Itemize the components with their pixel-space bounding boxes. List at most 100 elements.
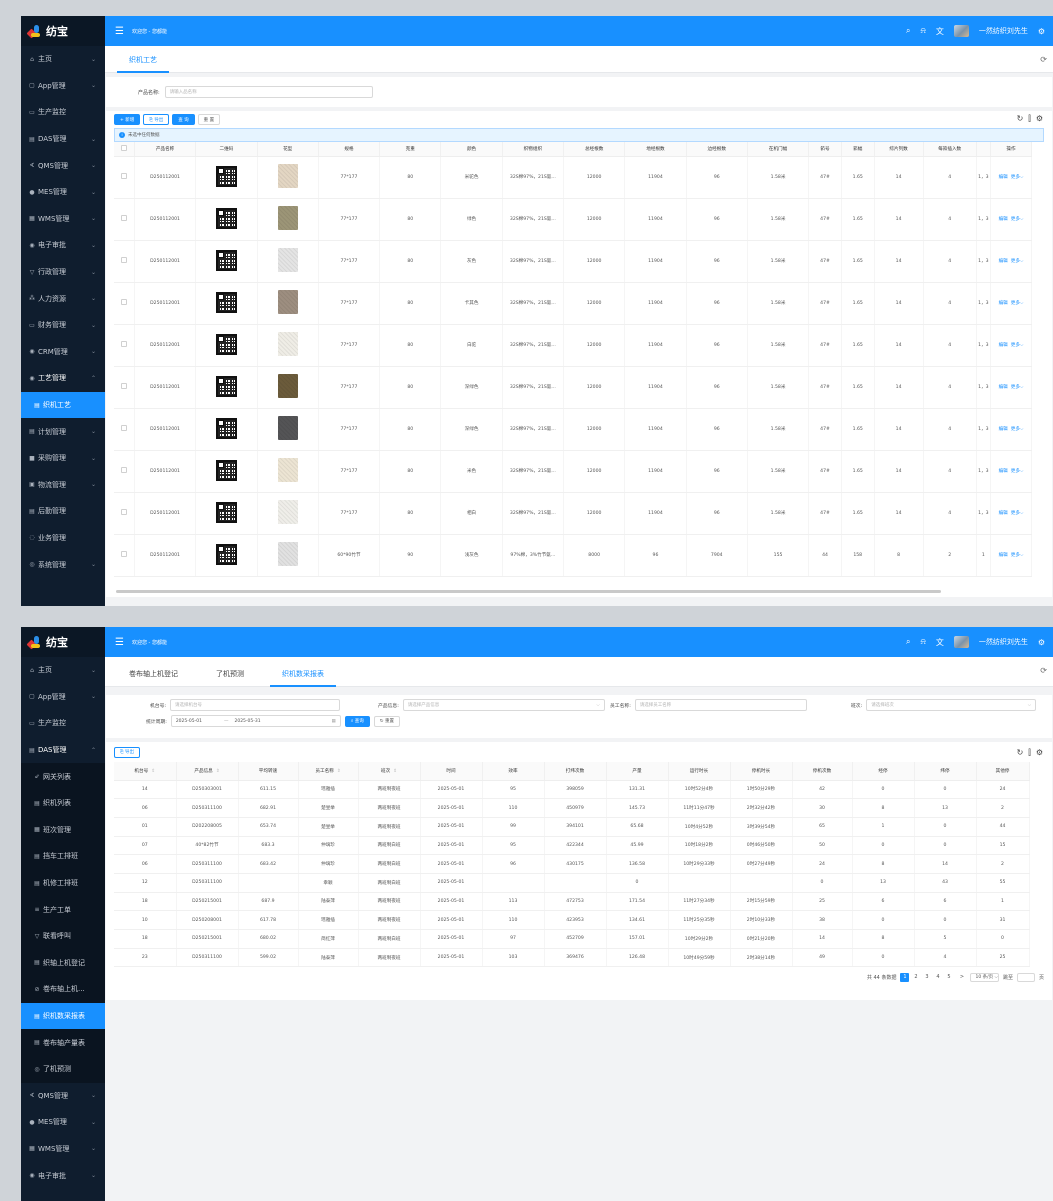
product-name-input[interactable]: 请输入品名称: [164, 86, 373, 98]
page-button[interactable]: 3: [922, 973, 931, 982]
refresh-icon[interactable]: ⟳: [1040, 666, 1047, 675]
sidebar-item[interactable]: ▭ 生产监控: [21, 99, 105, 126]
edit-link[interactable]: 编辑: [999, 301, 1008, 306]
edit-link[interactable]: 编辑: [999, 427, 1008, 432]
sidebar-item[interactable]: ▤ 机修工排班: [21, 869, 105, 897]
goto-page-input[interactable]: [1016, 972, 1035, 982]
more-link[interactable]: 更多⌵: [1011, 343, 1024, 348]
checkbox[interactable]: [120, 299, 127, 305]
sort-icon[interactable]: ⇕: [151, 769, 155, 774]
more-link[interactable]: 更多⌵: [1011, 469, 1024, 474]
shift-select[interactable]: 请选择班次 ⌵: [866, 699, 1037, 711]
sidebar-item[interactable]: ▤ 织机数采报表: [21, 1002, 105, 1030]
sidebar-item[interactable]: ● MES管理 ⌄: [21, 179, 105, 206]
sidebar-item[interactable]: ⊘ 卷布轴上机...: [21, 976, 105, 1003]
sidebar-item[interactable]: ⇙ 网关列表: [21, 763, 105, 790]
sort-icon[interactable]: ⇕: [337, 769, 341, 774]
column-height-icon[interactable]: ⫿: [1028, 748, 1031, 758]
staff-select[interactable]: 请选择员工名称: [634, 699, 807, 711]
app-logo[interactable]: 纺宝: [21, 627, 105, 657]
sidebar-item[interactable]: ∢ QMS管理 ⌄: [21, 152, 105, 179]
tab-loom-data-report[interactable]: 织机数采报表: [270, 669, 336, 687]
page-button[interactable]: 5: [944, 973, 953, 982]
sidebar-item[interactable]: ▤ DAS管理 ⌄: [21, 126, 105, 153]
avatar[interactable]: [953, 25, 969, 37]
export-button[interactable]: ⎘ 导出: [143, 114, 170, 125]
edit-link[interactable]: 编辑: [999, 385, 1008, 390]
sidebar-item[interactable]: ▤ DAS管理 ⌃: [21, 737, 105, 764]
translate-icon[interactable]: 文: [936, 26, 944, 37]
reload-icon[interactable]: ↻: [1017, 748, 1024, 758]
edit-link[interactable]: 编辑: [999, 511, 1008, 516]
sidebar-item[interactable]: ▽ 联看呼叫: [21, 922, 105, 950]
row-checkbox[interactable]: [114, 450, 135, 493]
sidebar-item[interactable]: ◉ 工艺管理 ⌃: [21, 365, 105, 392]
sidebar-item[interactable]: ▢ App管理 ⌄: [21, 73, 105, 100]
edit-link[interactable]: 编辑: [999, 553, 1008, 558]
more-link[interactable]: 更多⌵: [1011, 511, 1024, 516]
row-checkbox[interactable]: [114, 534, 135, 577]
sidebar-item[interactable]: ● MES管理 ⌄: [21, 1109, 105, 1136]
page-button[interactable]: 2: [911, 973, 920, 982]
sidebar-item[interactable]: ◌ 业务管理: [21, 525, 105, 552]
search-icon[interactable]: ⌕: [906, 26, 910, 36]
query-button[interactable]: 查 询: [172, 114, 195, 125]
row-checkbox[interactable]: [114, 324, 135, 367]
tab-doff-forecast[interactable]: 了机预测: [204, 669, 256, 686]
row-checkbox[interactable]: [114, 156, 135, 199]
more-link[interactable]: 更多⌵: [1011, 385, 1024, 390]
more-link[interactable]: 更多⌵: [1011, 217, 1024, 222]
more-link[interactable]: 更多⌵: [1011, 175, 1024, 180]
tab-loom-process[interactable]: 织机工艺: [117, 55, 169, 73]
sidebar-item[interactable]: ▦ 班次管理: [21, 816, 105, 844]
settings-icon[interactable]: ⚙: [1038, 638, 1045, 647]
avatar[interactable]: [953, 636, 969, 648]
sidebar-item[interactable]: ⁂ 人力资源 ⌄: [21, 285, 105, 312]
edit-link[interactable]: 编辑: [999, 175, 1008, 180]
gear-icon[interactable]: ⚙: [1036, 748, 1043, 758]
checkbox[interactable]: [120, 551, 127, 557]
edit-link[interactable]: 编辑: [999, 217, 1008, 222]
sidebar-item[interactable]: ▭ 财务管理 ⌄: [21, 312, 105, 339]
sidebar-item[interactable]: ▦ WMS管理 ⌄: [21, 206, 105, 233]
more-link[interactable]: 更多⌵: [1011, 301, 1024, 306]
checkbox[interactable]: [120, 383, 127, 389]
machine-select[interactable]: 请选择机台号: [170, 699, 341, 711]
sidebar-item[interactable]: ▤ 计划管理 ⌄: [21, 418, 105, 445]
sidebar-item[interactable]: ▤ 织机工艺: [21, 391, 105, 419]
reload-icon[interactable]: ↻: [1017, 114, 1024, 124]
menu-fold-icon[interactable]: ☰: [115, 26, 124, 37]
gear-icon[interactable]: ⚙: [1036, 114, 1043, 124]
row-checkbox[interactable]: [114, 366, 135, 409]
sidebar-item[interactable]: ▦ WMS管理 ⌄: [21, 1136, 105, 1163]
query-button[interactable]: ⌕ 查询: [344, 715, 370, 727]
sidebar-item[interactable]: ▤ 卷布轴产量表: [21, 1029, 105, 1056]
sidebar-item[interactable]: ◉ 电子审批 ⌄: [21, 1162, 105, 1189]
menu-fold-icon[interactable]: ☰: [115, 637, 124, 648]
sidebar-item[interactable]: ◉ 电子审批 ⌄: [21, 232, 105, 259]
row-checkbox[interactable]: [114, 198, 135, 241]
app-logo[interactable]: 纺宝: [21, 16, 105, 46]
sort-icon[interactable]: ⇕: [216, 769, 220, 774]
sidebar-item[interactable]: ◉ CRM管理 ⌄: [21, 339, 105, 366]
sidebar-item[interactable]: ▤ 织轴上机登记: [21, 949, 105, 977]
sidebar-item[interactable]: ▢ App管理 ⌄: [21, 684, 105, 711]
sidebar-item[interactable]: ▣ 物流管理 ⌄: [21, 472, 105, 499]
bell-icon[interactable]: ⍾: [921, 26, 926, 36]
sidebar-item[interactable]: ◎ 了机预测: [21, 1055, 105, 1083]
sidebar-item[interactable]: ⌂ 主页 ⌄: [21, 46, 105, 73]
next-page-button[interactable]: >: [957, 973, 966, 982]
sort-icon[interactable]: ⇕: [393, 769, 397, 774]
checkbox[interactable]: [120, 341, 127, 347]
sidebar-item[interactable]: ▤ 挡车工排班: [21, 843, 105, 870]
row-checkbox[interactable]: [114, 492, 135, 535]
date-range-picker[interactable]: 2025-05-01 — 2025-05-31 ▦: [170, 715, 341, 727]
checkbox[interactable]: [120, 467, 127, 473]
checkbox[interactable]: [120, 257, 127, 263]
user-name[interactable]: 一然纺织刘先生: [979, 637, 1028, 647]
add-button[interactable]: + 新增: [114, 114, 141, 125]
page-button[interactable]: 1: [900, 972, 910, 982]
reset-button[interactable]: ↻ 重置: [373, 715, 400, 727]
sidebar-item[interactable]: ▤ 后勤管理: [21, 498, 105, 525]
edit-link[interactable]: 编辑: [999, 259, 1008, 264]
